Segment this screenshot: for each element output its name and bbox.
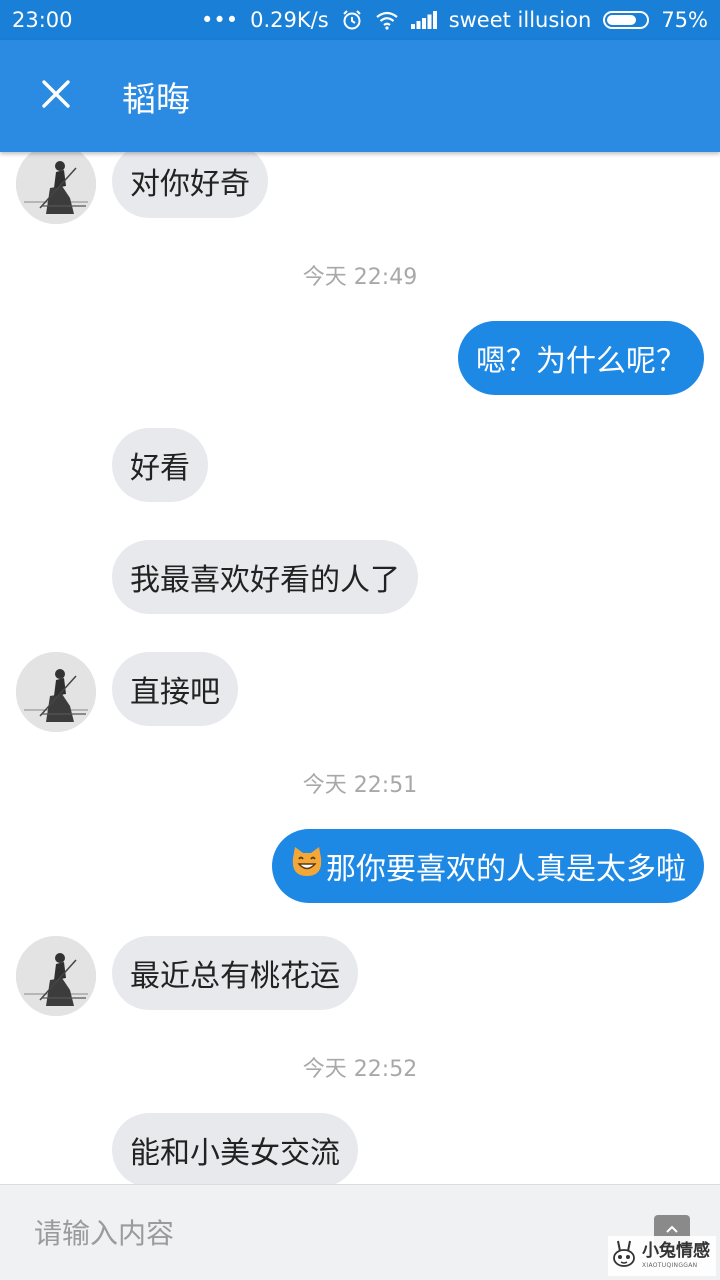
message-bubble-outgoing[interactable]: 那你要喜欢的人真是太多啦 [272,829,704,903]
close-button[interactable] [0,40,112,152]
signal-icon [410,11,437,29]
carrier-name: sweet illusion [448,8,592,32]
net-speed: 0.29K/s [250,8,329,32]
wifi-icon [375,10,399,30]
message-input[interactable] [0,1185,620,1280]
watermark-subtext: XIAOTUQINGGAN [642,1262,698,1269]
contact-avatar[interactable] [16,652,96,732]
message-bubble[interactable]: 最近总有桃花运 [112,936,358,1010]
contact-avatar[interactable] [16,936,96,1016]
chat-title: 韬晦 [122,79,190,120]
message-timestamp: 今天 22:49 [302,265,418,290]
contact-avatar[interactable] [16,152,96,224]
watermark-text: 小兔情感 [642,1241,710,1261]
alarm-clock-icon [341,9,363,31]
status-right: ••• 0.29K/s sweet illusion 75% [201,8,708,32]
status-bar: 23:00 ••• 0.29K/s sweet illusion 75% [0,0,720,40]
message-bubble[interactable]: 好看 [112,428,208,502]
battery-percent: 75% [661,8,708,32]
message-bubble-outgoing[interactable]: 嗯？为什么呢？ [458,321,704,395]
chat-area[interactable]: 对你好奇 今天 22:49 嗯？为什么呢？ 好看 我最喜欢好看的人了 直接吧 今… [0,152,720,1184]
watermark: 小兔情感 XIAOTUQINGGAN [608,1236,716,1276]
message-timestamp: 今天 22:52 [302,1057,418,1082]
message-timestamp: 今天 22:51 [302,773,418,798]
message-bubble[interactable]: 对你好奇 [112,152,268,218]
message-bubble[interactable]: 能和小美女交流 [112,1113,358,1184]
grinning-cat-emoji [290,846,324,886]
message-bubble[interactable]: 直接吧 [112,652,238,726]
close-icon [41,79,71,113]
more-dots: ••• [200,8,239,32]
battery-icon [603,11,650,29]
rabbit-logo-icon [610,1239,638,1273]
app-bar: 韬晦 [0,40,720,152]
message-bubble[interactable]: 我最喜欢好看的人了 [112,540,418,614]
status-time: 23:00 [12,8,73,32]
